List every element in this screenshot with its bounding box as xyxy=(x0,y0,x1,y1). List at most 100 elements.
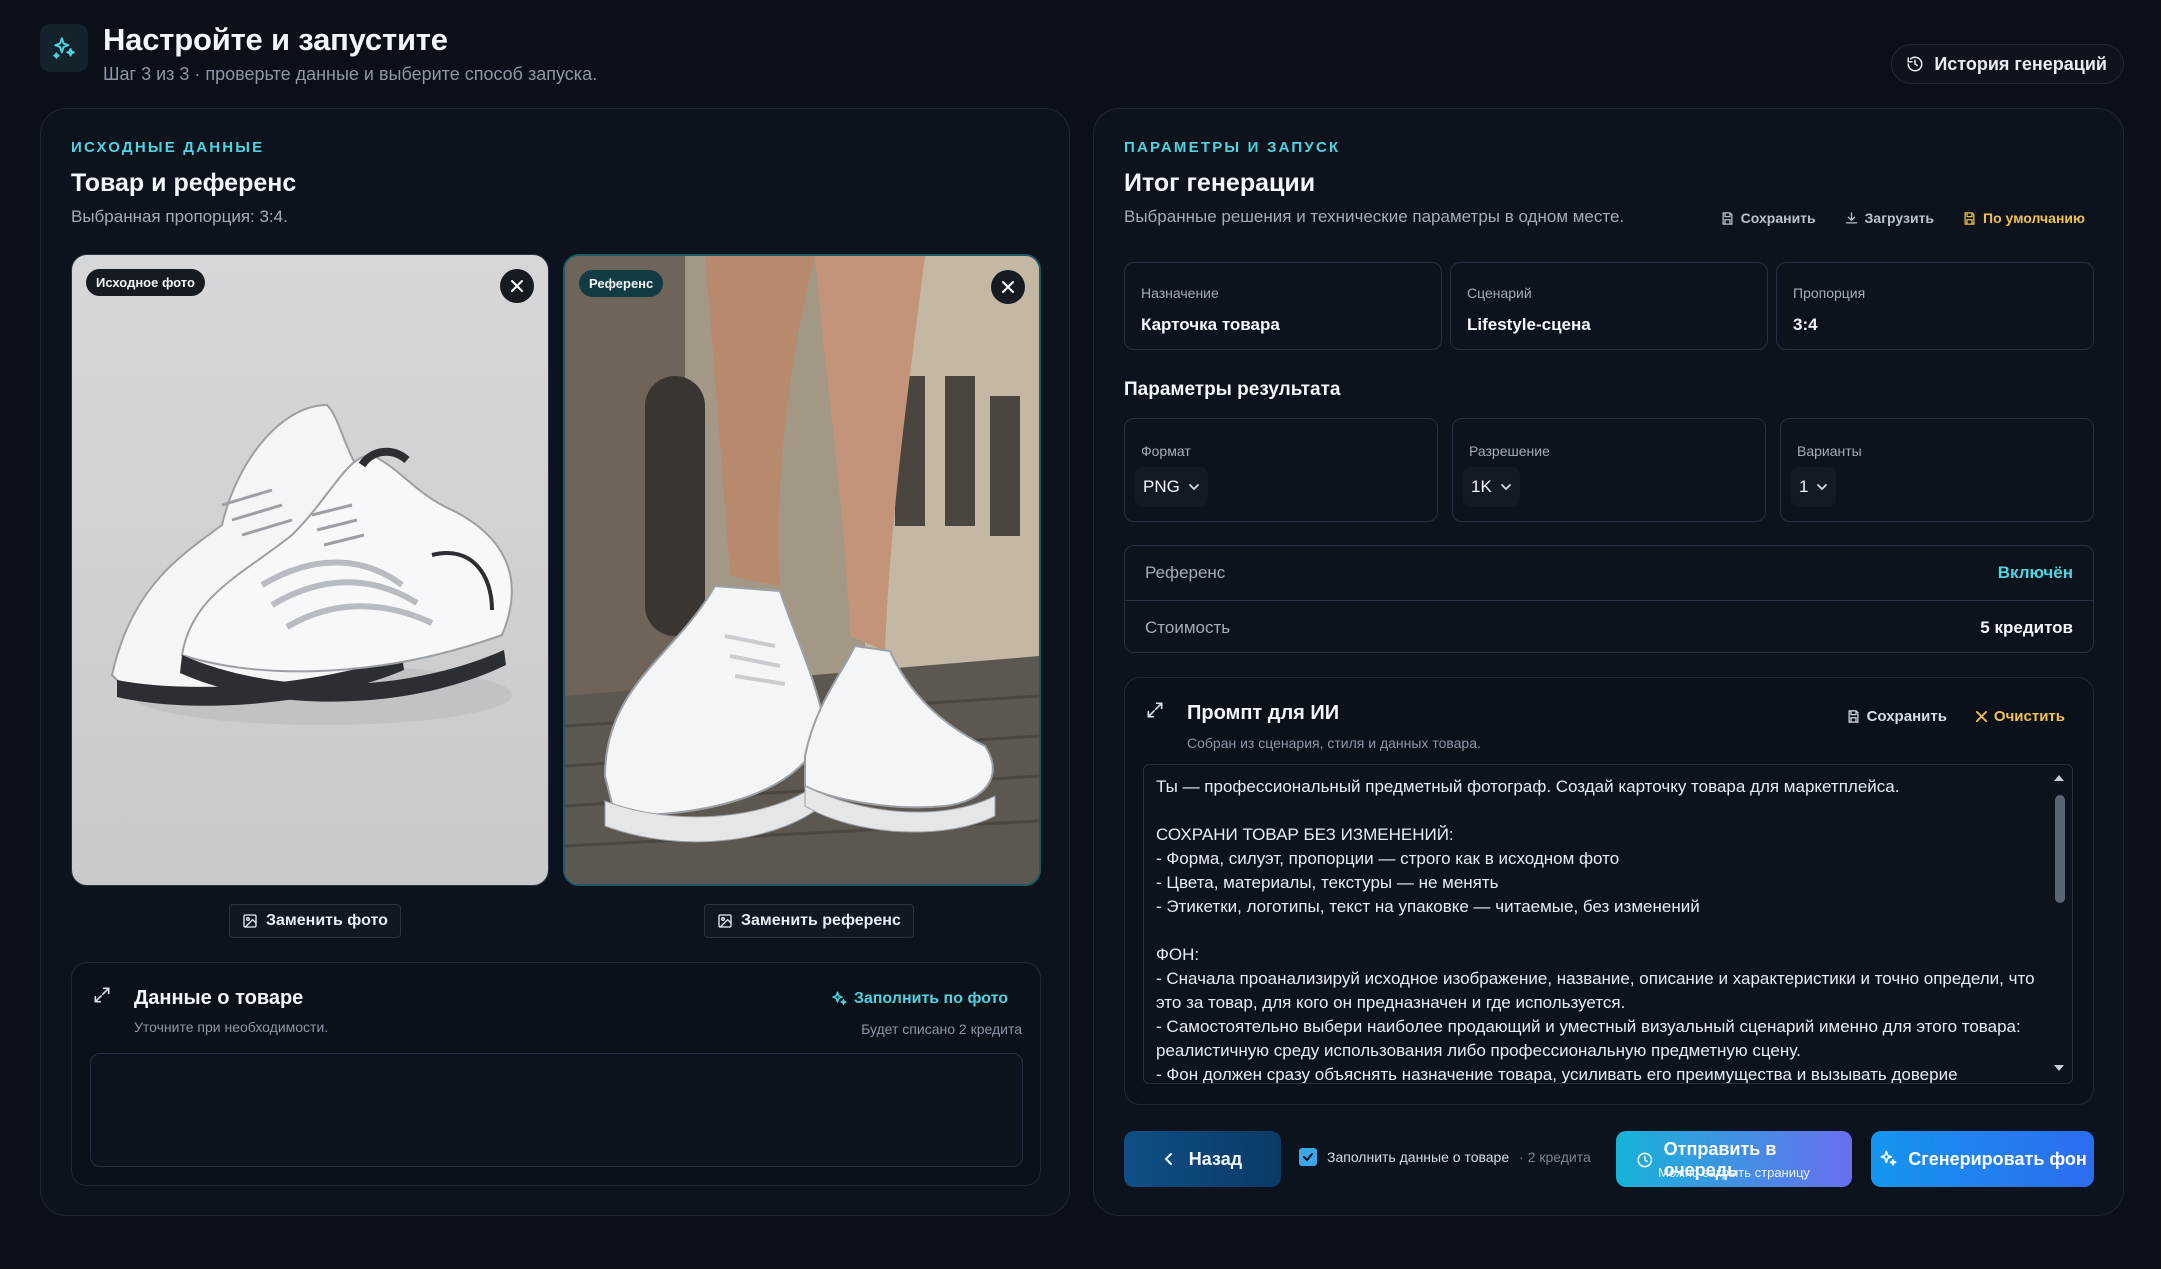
save-icon xyxy=(1964,211,1975,225)
white-sneakers-image xyxy=(110,403,513,725)
chevron-down-icon xyxy=(1188,484,1199,491)
download-icon xyxy=(1845,211,1857,223)
fill-data-checkbox[interactable] xyxy=(1299,1148,1317,1166)
close-icon xyxy=(1975,710,1987,723)
image-edit-icon xyxy=(243,914,257,928)
expand-icon[interactable] xyxy=(1145,700,1165,725)
save-icon xyxy=(1848,710,1859,723)
fill-from-photo-label: Заполнить по фото xyxy=(853,990,1008,1007)
info-label: Стоимость xyxy=(1145,617,1231,637)
reference-photo-tag: Референс xyxy=(579,270,664,297)
scroll-thumb[interactable] xyxy=(2055,795,2065,903)
page-header: Настройте и запустите Шаг 3 из 3 · прове… xyxy=(40,22,2124,92)
save-preset-label: Сохранить xyxy=(1740,210,1816,226)
result-params-title: Параметры результата xyxy=(1124,379,1341,400)
reference-photo: Референс xyxy=(563,254,1041,886)
variants-select[interactable]: 1 xyxy=(1791,467,1837,507)
source-title: Товар и референс xyxy=(71,169,297,197)
app-logo xyxy=(40,24,88,72)
source-photo: Исходное фото xyxy=(71,254,549,886)
expand-icon[interactable] xyxy=(92,985,112,1010)
param-value: 1 xyxy=(1799,477,1809,496)
prompt-actions: Сохранить Очистить xyxy=(1846,708,2065,725)
chevron-down-icon xyxy=(1500,484,1511,491)
replace-reference-button[interactable]: Заменить референс xyxy=(704,904,914,938)
replace-reference-label: Заменить референс xyxy=(741,912,901,929)
scroll-up-icon[interactable] xyxy=(2052,773,2066,783)
prompt-title: Промпт для ИИ xyxy=(1187,702,1340,724)
reference-row: Референс Включён xyxy=(1125,546,2093,600)
scroll-down-icon[interactable] xyxy=(2052,1063,2066,1073)
purpose-summary: Назначение Карточка товара xyxy=(1124,262,1442,350)
summary-value: Lifestyle-сцена xyxy=(1467,315,1591,334)
resolution-param: Разрешение 1K xyxy=(1452,418,1766,522)
product-data-textarea[interactable] xyxy=(90,1053,1023,1167)
page-title: Настройте и запустите xyxy=(103,22,448,57)
replace-photo-label: Заменить фото xyxy=(266,912,388,929)
page-subtitle: Шаг 3 из 3 · проверьте данные и выберите… xyxy=(103,64,598,84)
format-param: Формат PNG xyxy=(1124,418,1438,522)
close-icon xyxy=(511,280,523,292)
fill-cost-note: Будет списано 2 кредита xyxy=(861,1021,1022,1037)
chevron-down-icon xyxy=(1817,484,1828,491)
summary-label: Сценарий xyxy=(1467,285,1532,301)
params-title: Итог генерации xyxy=(1124,169,1316,197)
prompt-text: Ты — профессиональный предметный фотогра… xyxy=(1156,777,2035,1084)
clear-prompt-button[interactable]: Очистить xyxy=(1975,708,2065,725)
info-label: Референс xyxy=(1145,563,1226,582)
sparkles-icon xyxy=(53,37,75,59)
summary-value: Карточка товара xyxy=(1141,315,1280,334)
back-button[interactable]: Назад xyxy=(1124,1131,1281,1187)
fill-data-checkbox-row[interactable]: Заполнить данные о товаре · 2 кредита xyxy=(1299,1148,1591,1166)
param-label: Разрешение xyxy=(1469,443,1550,459)
fill-data-label: Заполнить данные о товаре xyxy=(1327,1149,1510,1165)
street-sneakers-image xyxy=(565,256,1039,884)
resolution-select[interactable]: 1K xyxy=(1463,467,1520,507)
generate-label: Сгенерировать фон xyxy=(1908,1148,2087,1169)
params-eyebrow: ПАРАМЕТРЫ И ЗАПУСК xyxy=(1124,139,1341,156)
fill-from-photo-button[interactable]: Заполнить по фото xyxy=(830,990,1008,1008)
info-table: Референс Включён Стоимость 5 кредитов xyxy=(1124,545,2094,653)
prompt-scrollbar[interactable] xyxy=(2052,773,2066,1073)
info-value: 5 кредитов xyxy=(1980,617,2073,637)
history-icon xyxy=(1907,56,1923,72)
history-button[interactable]: История генераций xyxy=(1891,44,2124,84)
format-select[interactable]: PNG xyxy=(1135,467,1208,507)
generate-background-button[interactable]: Сгенерировать фон xyxy=(1871,1131,2094,1187)
param-label: Варианты xyxy=(1797,443,1862,459)
param-value: PNG xyxy=(1143,477,1180,496)
default-preset-label: По умолчанию xyxy=(1983,210,2085,226)
chevron-left-icon xyxy=(1164,1153,1172,1165)
summary-label: Пропорция xyxy=(1793,285,1866,301)
send-to-queue-button[interactable]: Отправить в очередь Можно закрыть страни… xyxy=(1616,1131,1852,1187)
prompt-textarea[interactable]: Ты — профессиональный предметный фотогра… xyxy=(1143,764,2073,1084)
save-prompt-label: Сохранить xyxy=(1866,708,1947,725)
default-preset-button[interactable]: По умолчанию xyxy=(1962,210,2085,226)
product-data-subtitle: Уточните при необходимости. xyxy=(134,1019,329,1035)
save-icon xyxy=(1722,211,1733,225)
sparkles-icon xyxy=(832,991,847,1005)
source-photo-tag: Исходное фото xyxy=(86,269,205,296)
ratio-summary: Пропорция 3:4 xyxy=(1776,262,2094,350)
load-preset-button[interactable]: Загрузить xyxy=(1844,210,1934,226)
remove-source-button[interactable] xyxy=(500,269,534,303)
summary-label: Назначение xyxy=(1141,285,1219,301)
summary-value: 3:4 xyxy=(1793,315,1818,334)
scenario-summary: Сценарий Lifestyle-сцена xyxy=(1450,262,1768,350)
variants-param: Варианты 1 xyxy=(1780,418,2094,522)
param-label: Формат xyxy=(1141,443,1191,459)
source-subtitle: Выбранная пропорция: 3:4. xyxy=(71,207,288,226)
product-data-card: Данные о товаре Уточните при необходимос… xyxy=(71,962,1041,1186)
param-value: 1K xyxy=(1471,477,1492,496)
params-panel: ПАРАМЕТРЫ И ЗАПУСК Итог генерации Выбран… xyxy=(1093,108,2124,1216)
info-value: Включён xyxy=(1997,563,2073,582)
load-preset-label: Загрузить xyxy=(1864,210,1935,226)
save-prompt-button[interactable]: Сохранить xyxy=(1846,708,1947,725)
prompt-card: Промпт для ИИ Собран из сценария, стиля … xyxy=(1124,677,2094,1105)
save-preset-button[interactable]: Сохранить xyxy=(1720,210,1816,226)
params-subtitle: Выбранные решения и технические параметр… xyxy=(1124,207,1625,226)
clear-prompt-label: Очистить xyxy=(1993,708,2065,725)
remove-reference-button[interactable] xyxy=(991,270,1025,304)
replace-photo-button[interactable]: Заменить фото xyxy=(229,904,401,938)
prompt-subtitle: Собран из сценария, стиля и данных товар… xyxy=(1187,735,1481,751)
